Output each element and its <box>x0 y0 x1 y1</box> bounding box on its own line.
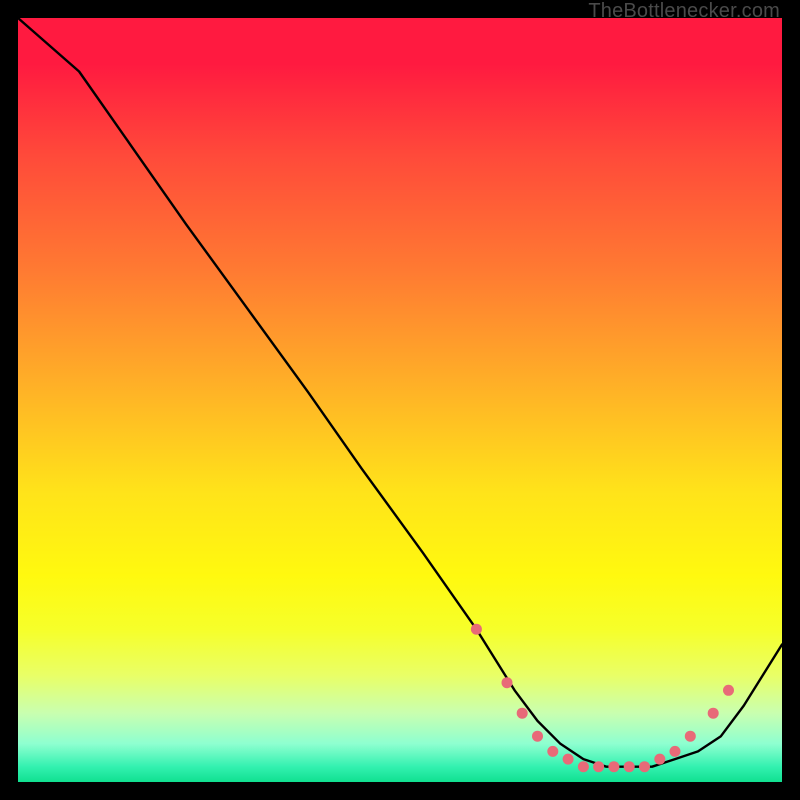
marker-dot <box>708 708 719 719</box>
marker-dot <box>532 731 543 742</box>
curve-markers <box>471 624 734 773</box>
curve-line <box>18 18 782 767</box>
marker-dot <box>593 761 604 772</box>
marker-dot <box>578 761 589 772</box>
marker-dot <box>608 761 619 772</box>
marker-dot <box>624 761 635 772</box>
watermark-label: TheBottlenecker.com <box>588 0 780 23</box>
marker-dot <box>670 746 681 757</box>
chart-stage: TheBottlenecker.com <box>0 0 800 800</box>
marker-dot <box>654 754 665 765</box>
bottleneck-curve <box>18 18 782 772</box>
chart-overlay <box>18 18 782 782</box>
marker-dot <box>685 731 696 742</box>
marker-dot <box>723 685 734 696</box>
marker-dot <box>517 708 528 719</box>
marker-dot <box>502 677 513 688</box>
marker-dot <box>563 754 574 765</box>
marker-dot <box>471 624 482 635</box>
marker-dot <box>547 746 558 757</box>
marker-dot <box>639 761 650 772</box>
